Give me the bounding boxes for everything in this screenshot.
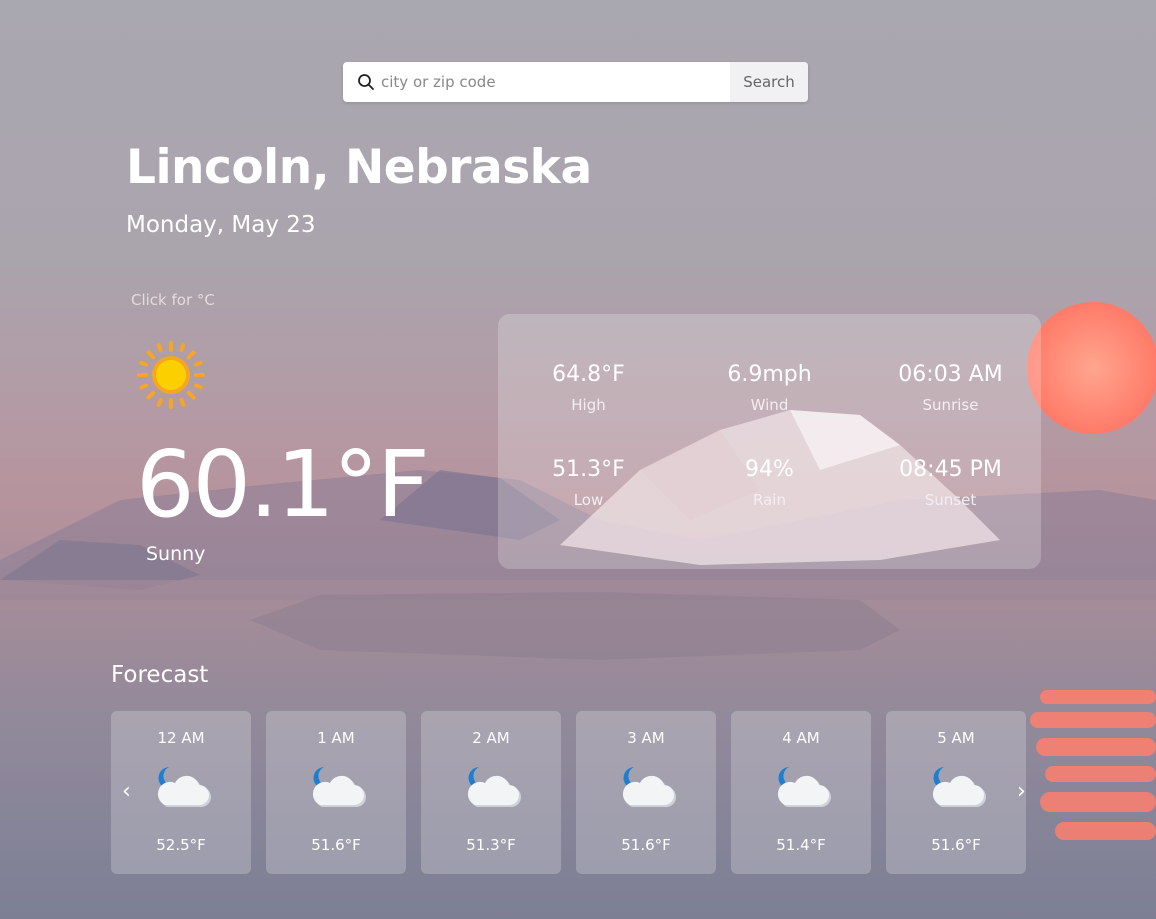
current-condition: Sunny <box>146 543 206 565</box>
stat-label: Rain <box>753 491 786 509</box>
moon-cloud-icon <box>306 763 368 813</box>
forecast-time: 1 AM <box>317 729 355 747</box>
current-temperature: 60.1°F <box>136 431 430 538</box>
stat-label: Low <box>573 491 604 509</box>
forecast-time: 12 AM <box>157 729 205 747</box>
stat-sunrise: 06:03 AM Sunrise <box>860 362 1041 414</box>
moon-cloud-icon <box>461 763 523 813</box>
forecast-time: 3 AM <box>627 729 665 747</box>
stat-wind: 6.9mph Wind <box>679 362 860 414</box>
forecast-card: 1 AM 51.6°F <box>266 711 406 874</box>
stat-label: Wind <box>750 396 789 414</box>
forecast-card: 5 AM 51.6°F <box>886 711 1026 874</box>
current-date: Monday, May 23 <box>126 212 316 238</box>
forecast-time: 2 AM <box>472 729 510 747</box>
search-icon <box>357 73 375 91</box>
moon-cloud-icon <box>616 763 678 813</box>
unit-toggle-link[interactable]: Click for °C <box>131 291 215 309</box>
stat-low: 51.3°F Low <box>498 457 679 509</box>
search-input[interactable] <box>381 62 730 102</box>
moon-cloud-icon <box>151 763 213 813</box>
forecast-temp: 51.4°F <box>776 836 826 854</box>
stat-value: 08:45 PM <box>899 457 1002 482</box>
stat-value: 64.8°F <box>552 362 625 387</box>
stat-sunset: 08:45 PM Sunset <box>860 457 1041 509</box>
moon-cloud-icon <box>771 763 833 813</box>
forecast-time: 4 AM <box>782 729 820 747</box>
forecast-card: 3 AM 51.6°F <box>576 711 716 874</box>
forecast-card: 4 AM 51.4°F <box>731 711 871 874</box>
weather-stats-panel: 64.8°F High 6.9mph Wind 06:03 AM Sunrise… <box>498 314 1041 569</box>
chevron-left-icon[interactable]: ‹ <box>122 781 131 803</box>
search-button[interactable]: Search <box>730 62 808 102</box>
search-bar: Search <box>343 62 808 102</box>
forecast-temp: 51.6°F <box>621 836 671 854</box>
stat-value: 51.3°F <box>552 457 625 482</box>
sun-icon <box>136 340 206 410</box>
forecast-temp: 51.6°F <box>931 836 981 854</box>
forecast-card: 12 AM 52.5°F <box>111 711 251 874</box>
stat-label: Sunset <box>924 491 977 509</box>
forecast-temp: 51.6°F <box>311 836 361 854</box>
stat-label: High <box>571 396 606 414</box>
forecast-time: 5 AM <box>937 729 975 747</box>
stat-value: 6.9mph <box>727 362 812 387</box>
stat-value: 94% <box>745 457 794 482</box>
chevron-right-icon[interactable]: › <box>1017 781 1026 803</box>
moon-cloud-icon <box>926 763 988 813</box>
stat-label: Sunrise <box>922 396 979 414</box>
stat-rain: 94% Rain <box>679 457 860 509</box>
city-title: Lincoln, Nebraska <box>126 140 592 195</box>
forecast-temp: 52.5°F <box>156 836 206 854</box>
forecast-card: 2 AM 51.3°F <box>421 711 561 874</box>
forecast-title: Forecast <box>111 662 209 688</box>
stat-high: 64.8°F High <box>498 362 679 414</box>
stat-value: 06:03 AM <box>898 362 1003 387</box>
forecast-temp: 51.3°F <box>466 836 516 854</box>
